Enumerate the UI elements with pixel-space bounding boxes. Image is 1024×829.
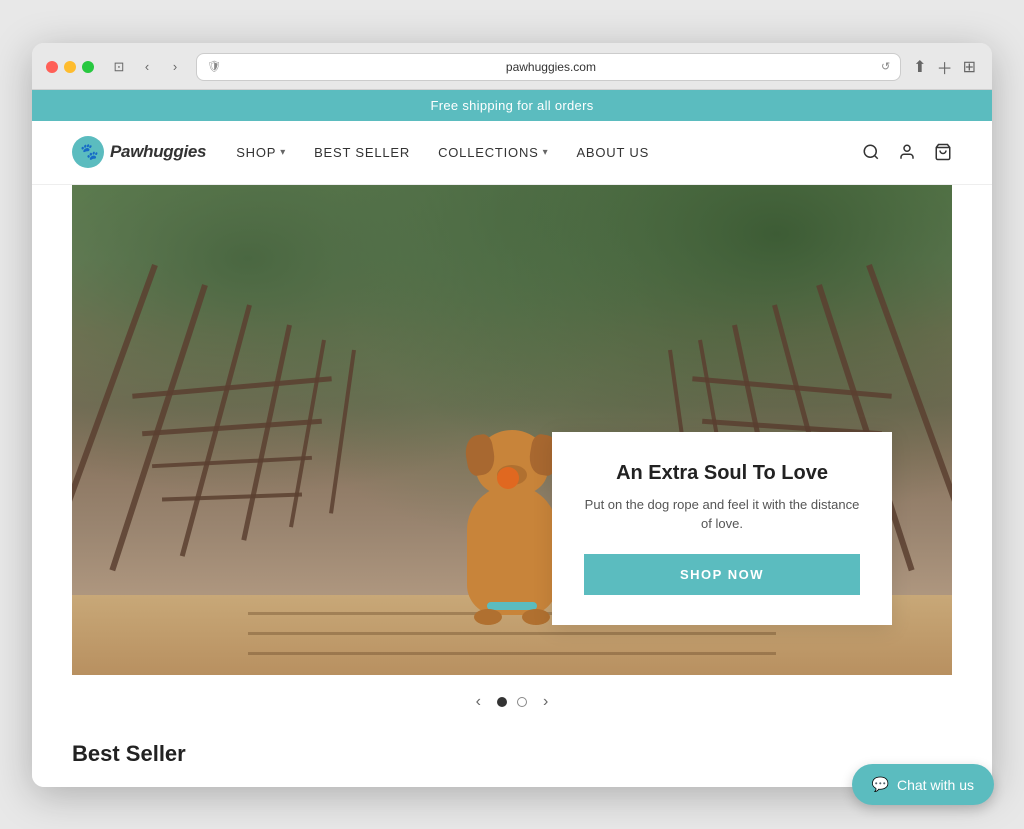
minimize-button[interactable] xyxy=(64,61,76,73)
chat-widget[interactable]: 💬 Chat with us xyxy=(852,764,994,805)
bridge-plank xyxy=(248,632,776,635)
dog-ear-left xyxy=(463,432,498,476)
cart-icon xyxy=(934,143,952,161)
browser-chrome: ⊡ ‹ › 🛡 pawhuggies.com ↺ ⬆ ＋ ⊞ xyxy=(32,43,992,90)
main-nav: SHOP ▾ BEST SELLER COLLECTIONS ▾ ABOUT U… xyxy=(236,145,862,160)
logo-text: Pawhuggies xyxy=(110,142,206,162)
logo-icon: 🐾 xyxy=(72,136,104,168)
bridge-rail xyxy=(241,324,292,540)
search-icon xyxy=(862,143,880,161)
bridge-rail xyxy=(289,339,326,527)
new-tab-icon[interactable]: ＋ xyxy=(935,53,955,81)
nav-item-collections[interactable]: COLLECTIONS ▾ xyxy=(438,145,548,160)
dog-paw-left xyxy=(474,609,502,625)
bridge-rail xyxy=(162,492,302,501)
nav-item-best-seller[interactable]: BEST SELLER xyxy=(314,145,410,160)
cart-button[interactable] xyxy=(934,143,952,161)
collections-chevron-icon: ▾ xyxy=(543,147,549,158)
hero-card-title: An Extra Soul To Love xyxy=(584,462,860,485)
grid-icon[interactable]: ⊞ xyxy=(961,55,978,79)
share-icon[interactable]: ⬆ xyxy=(911,55,928,79)
best-seller-title: Best Seller xyxy=(72,741,952,767)
sidebar-toggle-button[interactable]: ⊡ xyxy=(108,56,130,78)
bridge-rail xyxy=(72,263,158,585)
browser-actions: ⬆ ＋ ⊞ xyxy=(911,53,978,81)
browser-controls: ⊡ ‹ › xyxy=(108,56,186,78)
chat-icon: 💬 xyxy=(872,776,889,793)
chat-label: Chat with us xyxy=(897,777,974,793)
shop-now-button[interactable]: SHOP NOW xyxy=(584,554,860,595)
nav-item-shop[interactable]: SHOP ▾ xyxy=(236,145,286,160)
bridge-rail xyxy=(152,455,312,467)
promo-banner: Free shipping for all orders xyxy=(32,90,992,121)
dog-paw-right xyxy=(522,609,550,625)
slider-dot-2[interactable] xyxy=(517,697,527,707)
dog-paws xyxy=(474,609,550,625)
reload-button[interactable]: ↺ xyxy=(881,60,890,73)
slider-dot-1[interactable] xyxy=(497,697,507,707)
back-button[interactable]: ‹ xyxy=(136,56,158,78)
account-button[interactable] xyxy=(898,143,916,161)
address-bar[interactable]: 🛡 pawhuggies.com ↺ xyxy=(196,53,901,81)
forward-button[interactable]: › xyxy=(164,56,186,78)
slider-next-button[interactable]: › xyxy=(537,691,554,713)
bridge-rail xyxy=(329,349,356,513)
nav-item-about-us[interactable]: ABOUT US xyxy=(576,145,649,160)
bridge-rail xyxy=(142,418,322,436)
maximize-button[interactable] xyxy=(82,61,94,73)
nav-about-label: ABOUT US xyxy=(576,145,649,160)
best-seller-section: Best Seller xyxy=(32,725,992,787)
traffic-lights xyxy=(46,61,94,73)
site-header: 🐾 Pawhuggies SHOP ▾ BEST SELLER COLLECTI… xyxy=(32,121,992,185)
hero-card-subtitle: Put on the dog rope and feel it with the… xyxy=(584,495,860,534)
account-icon xyxy=(898,143,916,161)
url-display: pawhuggies.com xyxy=(227,60,875,74)
nav-shop-label: SHOP xyxy=(236,145,276,160)
hero-image: An Extra Soul To Love Put on the dog rop… xyxy=(72,185,952,675)
dog-ball xyxy=(497,467,519,489)
hero-slider: An Extra Soul To Love Put on the dog rop… xyxy=(72,185,952,725)
search-button[interactable] xyxy=(862,143,880,161)
security-icon: 🛡 xyxy=(207,60,221,73)
slider-dots: ‹ › xyxy=(72,675,952,725)
shop-chevron-icon: ▾ xyxy=(280,147,286,158)
nav-collections-label: COLLECTIONS xyxy=(438,145,539,160)
dog-body xyxy=(467,485,557,615)
close-button[interactable] xyxy=(46,61,58,73)
logo[interactable]: 🐾 Pawhuggies xyxy=(72,136,206,168)
nav-icons xyxy=(862,143,952,161)
hero-card: An Extra Soul To Love Put on the dog rop… xyxy=(552,432,892,625)
dog-head xyxy=(476,430,548,495)
bridge-plank xyxy=(248,652,776,655)
slider-prev-button[interactable]: ‹ xyxy=(470,691,487,713)
promo-text: Free shipping for all orders xyxy=(430,98,593,113)
nav-best-seller-label: BEST SELLER xyxy=(314,145,410,160)
page-content: Free shipping for all orders 🐾 Pawhuggie… xyxy=(32,90,992,787)
browser-window: ⊡ ‹ › 🛡 pawhuggies.com ↺ ⬆ ＋ ⊞ Free ship… xyxy=(32,43,992,787)
